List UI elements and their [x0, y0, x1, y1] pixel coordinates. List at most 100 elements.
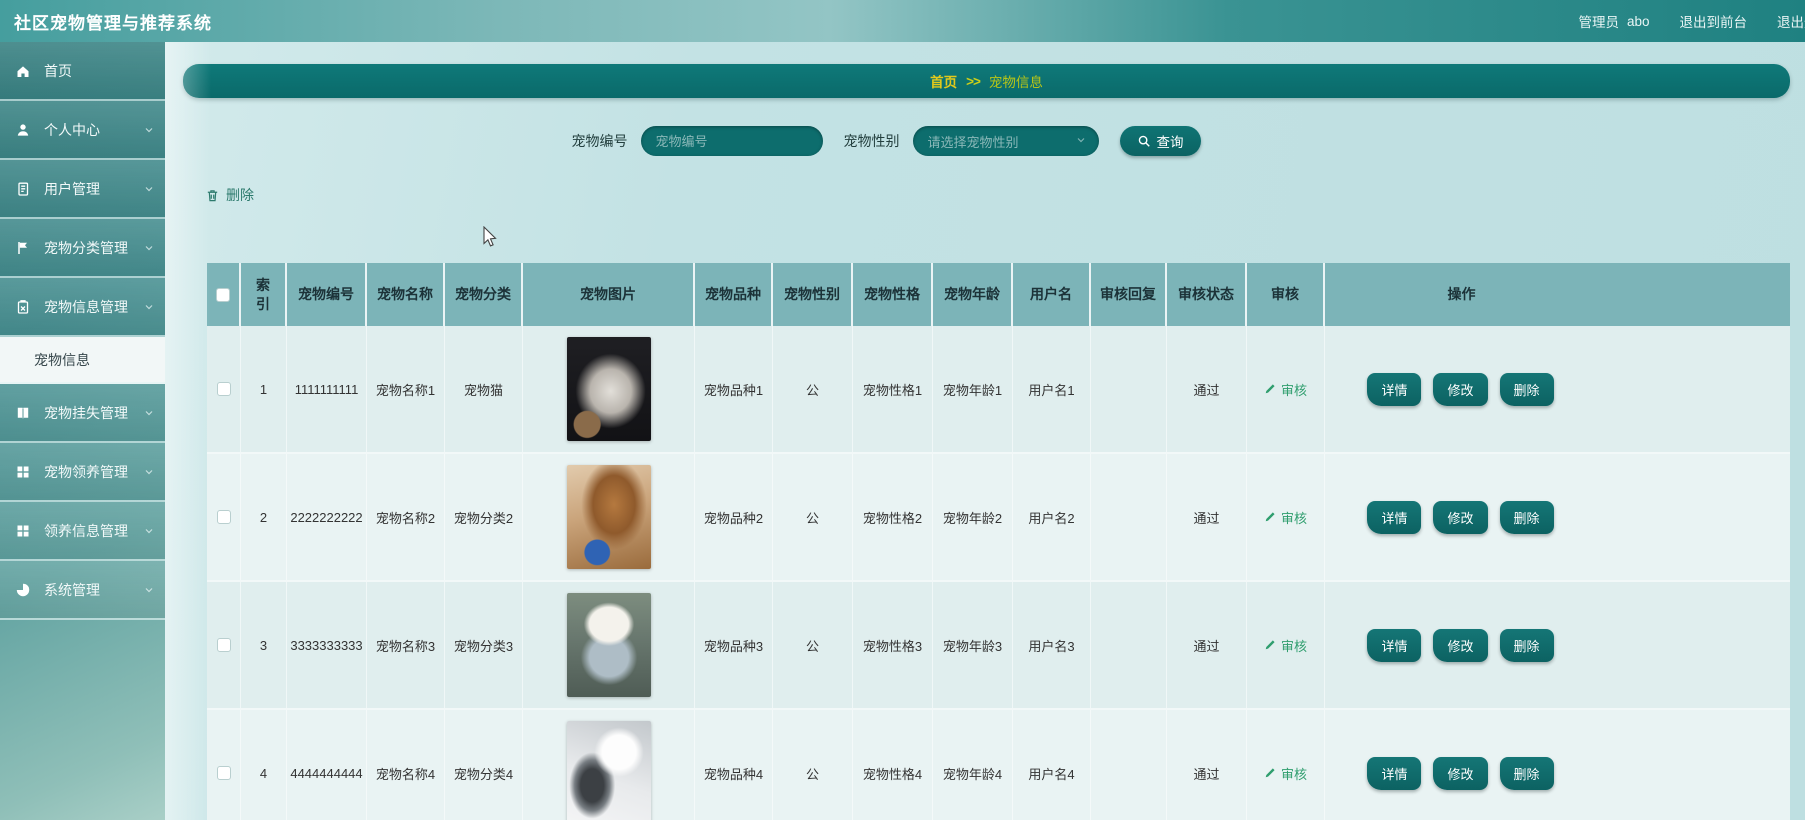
- pet-gender-cell: 公: [773, 326, 853, 452]
- sidebar-item-label: 宠物挂失管理: [44, 404, 128, 421]
- document-icon: [15, 181, 31, 197]
- row-checkbox[interactable]: [216, 510, 231, 524]
- pet-character-cell: 宠物性格4: [853, 710, 933, 820]
- pet-category-cell: 宠物猫: [445, 326, 523, 452]
- logout-link[interactable]: 退出登录: [1777, 11, 1805, 31]
- pet-age-cell: 宠物年龄1: [933, 326, 1013, 452]
- detail-button[interactable]: 详情: [1367, 756, 1422, 790]
- detail-button[interactable]: 详情: [1367, 500, 1422, 534]
- search-icon: [1137, 134, 1151, 148]
- delete-row-button[interactable]: 删除: [1499, 756, 1554, 790]
- admin-username: abo: [1626, 13, 1650, 29]
- username-cell: 用户名4: [1013, 710, 1091, 820]
- actions-cell: 详情 修改 删除: [1325, 326, 1790, 452]
- edit-button[interactable]: 修改: [1433, 372, 1488, 406]
- header-checkbox-cell: [207, 263, 241, 326]
- pet-no-cell: 1111111111: [287, 326, 367, 452]
- pencil-icon: [1265, 768, 1275, 778]
- topbar: 社区宠物管理与推荐系统 管理员 abo 退出到前台 退出登录: [0, 0, 1805, 42]
- audit-link[interactable]: 审核: [1264, 764, 1307, 783]
- header-cell: 宠物性格: [853, 263, 933, 326]
- chevron-down-icon: [143, 466, 155, 478]
- pet-name-cell: 宠物名称3: [367, 582, 445, 708]
- sidebar-item-home[interactable]: 首页: [0, 42, 165, 101]
- audit-reply-cell: [1091, 710, 1167, 820]
- sidebar-item-personal-center[interactable]: 个人中心: [0, 101, 165, 160]
- sidebar-item-pet-adoption-management[interactable]: 宠物领养管理: [0, 443, 165, 502]
- delete-row-button[interactable]: 删除: [1499, 372, 1554, 406]
- chevron-down-icon: [143, 242, 155, 254]
- audit-link-label: 审核: [1280, 510, 1307, 526]
- username-cell: 用户名1: [1013, 326, 1091, 452]
- pet-gender-cell: 公: [773, 582, 853, 708]
- pet-no-input[interactable]: [640, 126, 823, 156]
- row-checkbox[interactable]: [216, 638, 231, 652]
- search-form: 宠物编号 宠物性别 请选择宠物性别 查询: [165, 125, 1805, 157]
- pet-image[interactable]: [566, 337, 651, 441]
- pet-character-cell: 宠物性格3: [853, 582, 933, 708]
- row-checkbox-cell: [207, 454, 241, 580]
- pet-image[interactable]: [566, 465, 651, 569]
- pet-no-cell: 2222222222: [287, 454, 367, 580]
- row-checkbox[interactable]: [216, 766, 231, 780]
- sidebar-item-pet-category-management[interactable]: 宠物分类管理: [0, 219, 165, 278]
- sidebar-item-system-management[interactable]: 系统管理: [0, 561, 165, 620]
- sidebar-item-adoption-info-management[interactable]: 领养信息管理: [0, 502, 165, 561]
- pet-breed-cell: 宠物品种2: [695, 454, 773, 580]
- search-button[interactable]: 查询: [1119, 126, 1201, 156]
- table-body: 1 1111111111 宠物名称1 宠物猫 宠物品种1 公宠物性格1 宠物年龄1 用户名1 通…: [207, 326, 1790, 820]
- audit-status-cell: 通过: [1167, 326, 1247, 452]
- detail-button[interactable]: 详情: [1367, 372, 1422, 406]
- bulk-delete-button[interactable]: 删除: [205, 185, 275, 205]
- search-button-label: 查询: [1156, 135, 1184, 150]
- pet-no-cell: 3333333333: [287, 582, 367, 708]
- audit-link-label: 审核: [1280, 766, 1307, 782]
- gender-select[interactable]: 请选择宠物性别: [912, 126, 1099, 156]
- audit-link[interactable]: 审核: [1264, 508, 1307, 527]
- edit-button[interactable]: 修改: [1433, 500, 1488, 534]
- exit-to-front-link[interactable]: 退出到前台: [1680, 11, 1748, 31]
- sidebar-item-user-management[interactable]: 用户管理: [0, 160, 165, 219]
- breadcrumb-separator: >>: [966, 73, 981, 89]
- admin-role-label: 管理员: [1578, 15, 1619, 30]
- sidebar-item-pet-info-management[interactable]: 宠物信息管理: [0, 278, 165, 337]
- pet-image[interactable]: [566, 593, 651, 697]
- edit-button[interactable]: 修改: [1433, 756, 1488, 790]
- sidebar-item-label: 用户管理: [44, 180, 100, 197]
- pet-image-cell: [523, 454, 695, 580]
- pet-table: 索引 宠物编号 宠物名称 宠物分类 宠物图片 宠物品种 宠物性别 宠物性格 宠物…: [207, 263, 1790, 820]
- chevron-down-icon: [143, 584, 155, 596]
- header-cell: 宠物图片: [523, 263, 695, 326]
- pencil-icon: [1265, 512, 1275, 522]
- delete-row-button[interactable]: 删除: [1499, 500, 1554, 534]
- select-all-checkbox[interactable]: [216, 287, 230, 302]
- pet-image-cell: [523, 582, 695, 708]
- sidebar-subitem-pet-info[interactable]: 宠物信息: [0, 337, 165, 384]
- audit-cell: 审核: [1247, 454, 1325, 580]
- header-cell: 宠物品种: [695, 263, 773, 326]
- pet-gender-cell: 公: [773, 710, 853, 820]
- detail-button[interactable]: 详情: [1367, 628, 1422, 662]
- breadcrumb-home-link[interactable]: 首页: [930, 71, 957, 91]
- pet-breed-cell: 宠物品种3: [695, 582, 773, 708]
- pet-image-cell: [523, 710, 695, 820]
- pet-breed-cell: 宠物品种4: [695, 710, 773, 820]
- clipboard-icon: [15, 299, 31, 315]
- row-checkbox[interactable]: [216, 382, 231, 396]
- sidebar-item-label: 系统管理: [44, 581, 100, 598]
- actions-cell: 详情 修改 删除: [1325, 710, 1790, 820]
- header-cell: 用户名: [1013, 263, 1091, 326]
- sidebar-item-pet-lost-management[interactable]: 宠物挂失管理: [0, 384, 165, 443]
- row-index-cell: 2: [241, 454, 287, 580]
- edit-button[interactable]: 修改: [1433, 628, 1488, 662]
- header-cell: 审核状态: [1167, 263, 1247, 326]
- audit-link[interactable]: 审核: [1264, 380, 1307, 399]
- audit-link[interactable]: 审核: [1264, 636, 1307, 655]
- pencil-icon: [1265, 384, 1275, 394]
- chart-icon: [15, 582, 31, 598]
- header-cell: 审核: [1247, 263, 1325, 326]
- audit-link-label: 审核: [1280, 382, 1307, 398]
- delete-row-button[interactable]: 删除: [1499, 628, 1554, 662]
- pet-image[interactable]: [566, 721, 651, 820]
- username-cell: 用户名2: [1013, 454, 1091, 580]
